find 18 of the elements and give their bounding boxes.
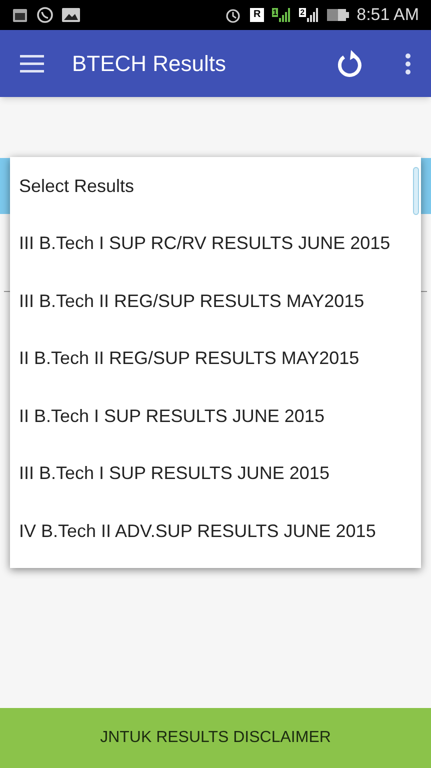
dropdown-item[interactable]: III B.Tech I SUP RC/RV RESULTS JUNE 2015	[10, 215, 421, 272]
app-title: BTECH Results	[72, 50, 228, 78]
alarm-icon	[224, 6, 242, 24]
dropdown-item[interactable]: II B.Tech I SUP RESULTS JUNE 2015	[10, 388, 421, 445]
battery-icon	[326, 9, 349, 21]
dropdown-item[interactable]: IV B.Tech II ADV.SUP RESULTS JUNE 2015	[10, 502, 421, 560]
dropdown-item[interactable]: III B.Tech I SUP RESULTS JUNE 2015	[10, 445, 421, 502]
disclaimer-button[interactable]: JNTUK RESULTS DISCLAIMER	[0, 708, 431, 768]
roaming-indicator: R	[250, 8, 264, 22]
menu-icon[interactable]	[20, 54, 44, 72]
scroll-bar	[413, 167, 419, 215]
refresh-icon[interactable]	[335, 48, 363, 78]
dropdown-item[interactable]: III B.Tech II REG/SUP RESULTS MAY2015	[10, 272, 421, 330]
dropdown-item[interactable]: II B.Tech II REG/SUP RESULTS MAY2015	[10, 330, 421, 388]
more-options-icon[interactable]	[405, 52, 411, 74]
clock-time: 8:51 AM	[356, 4, 419, 26]
dropdown-header: Select Results	[18, 174, 136, 198]
image-icon	[62, 8, 80, 22]
